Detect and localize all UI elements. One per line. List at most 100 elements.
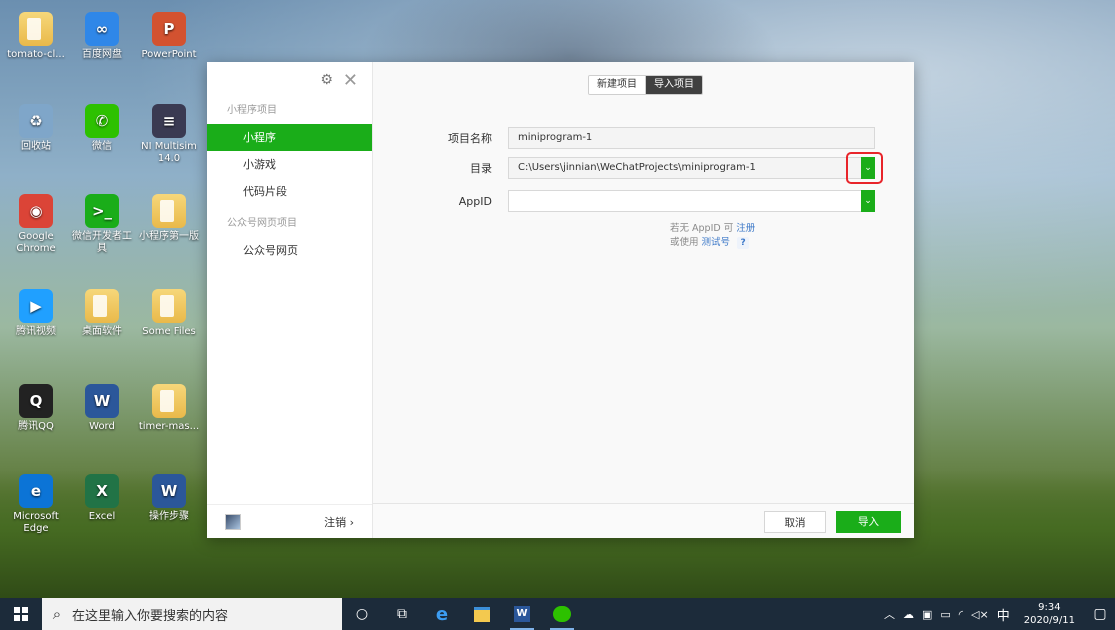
cancel-button[interactable]: 取消	[764, 511, 826, 533]
wechat-devtools-taskbar-icon[interactable]	[542, 598, 582, 630]
avatar[interactable]	[225, 513, 241, 530]
app-icon: e	[19, 474, 53, 508]
appid-hint-line2: 或使用 测试号 ?	[670, 234, 750, 249]
desktop-icon-label: Word	[89, 421, 115, 432]
folder-icon	[19, 12, 53, 46]
new-project-dialog: ⚙ ✕ 小程序项目 小程序 小游戏 代码片段 公众号网页项目 公众号网页 注销 …	[207, 62, 914, 538]
taskbar-search[interactable]: ⌕ 在这里输入你要搜索的内容	[42, 598, 342, 630]
desktop-icon[interactable]: P PowerPoint	[137, 8, 201, 61]
desktop-icon[interactable]: X Excel	[70, 470, 134, 523]
file-explorer-icon[interactable]	[462, 598, 502, 630]
desktop-icon[interactable]: 小程序第一版	[137, 190, 201, 243]
directory-label: 目录	[470, 162, 492, 175]
register-link[interactable]: 注册	[736, 223, 755, 234]
desktop-icon[interactable]: ♻ 回收站	[4, 100, 68, 153]
appid-dropdown-button[interactable]: ⌄	[861, 190, 875, 212]
desktop-icon[interactable]: timer-mas...	[137, 380, 201, 433]
battery-icon[interactable]: ▭	[936, 608, 954, 621]
sidebar-item-minigame[interactable]: 小游戏	[207, 151, 372, 178]
desktop-icon-label: PowerPoint	[141, 49, 197, 60]
cloud-icon[interactable]: ☁	[899, 608, 918, 621]
word-taskbar-icon[interactable]: W	[502, 598, 542, 630]
desktop-icon[interactable]: ✆ 微信	[70, 100, 134, 153]
desktop-icon[interactable]: tomato-cl...	[4, 8, 68, 61]
desktop-icon-label: Google Chrome	[16, 231, 56, 254]
app-icon: ◉	[19, 194, 53, 228]
import-button[interactable]: 导入	[836, 511, 901, 533]
app-icon: X	[85, 474, 119, 508]
desktop-icon-label: 微信开发者工具	[72, 231, 132, 254]
desktop-icon-label: tomato-cl...	[7, 49, 65, 60]
app-icon: ♻	[19, 104, 53, 138]
app-icon: ≡	[152, 104, 186, 138]
appid-label: AppID	[458, 194, 492, 208]
dialog-footer: 取消 导入	[373, 503, 914, 538]
desktop-icon[interactable]: ≡ NI Multisim 14.0	[137, 100, 201, 165]
sidebar-group-webpage: 公众号网页项目	[227, 218, 297, 229]
tab-import-project[interactable]: 导入项目	[646, 76, 702, 94]
desktop-icon-label: Microsoft Edge	[13, 511, 59, 534]
folder-icon	[152, 194, 186, 228]
start-button[interactable]	[0, 598, 42, 630]
sidebar-footer: 注销 ›	[207, 504, 372, 538]
wifi-icon[interactable]: ◜	[955, 608, 967, 621]
desktop-icon[interactable]: ∞ 百度网盘	[70, 8, 134, 61]
appid-input[interactable]: ⌄	[508, 190, 875, 212]
desktop-icon[interactable]: ◉ Google Chrome	[4, 190, 68, 255]
app-icon: >_	[85, 194, 119, 228]
taskbar: ⌕ 在这里输入你要搜索的内容 ○ ⧉ e W ︿ ☁ ▣ ▭ ◜ ◁× 中 9:…	[0, 598, 1115, 630]
sidebar-item-code-snippet[interactable]: 代码片段	[207, 178, 372, 205]
chevron-up-icon[interactable]: ︿	[880, 606, 899, 622]
gear-icon[interactable]: ⚙	[320, 72, 333, 88]
desktop-icon[interactable]: 桌面软件	[70, 285, 134, 338]
task-view-icon[interactable]: ⧉	[382, 598, 422, 630]
desktop-icon-label: 腾讯QQ	[18, 421, 54, 432]
directory-row: 目录 C:\Users\jinnian\WeChatProjects\minip…	[373, 152, 883, 184]
close-icon[interactable]: ✕	[343, 70, 358, 91]
edge-icon[interactable]: e	[422, 598, 462, 630]
notification-icon[interactable]: ▢	[1085, 606, 1115, 622]
desktop-icon[interactable]: e Microsoft Edge	[4, 470, 68, 535]
app-icon: Q	[19, 384, 53, 418]
directory-input[interactable]: C:\Users\jinnian\WeChatProjects\miniprog…	[508, 152, 883, 184]
project-name-row: 项目名称 miniprogram-1	[373, 127, 875, 149]
desktop-icon-label: NI Multisim 14.0	[141, 141, 197, 164]
desktop-icon[interactable]: W Word	[70, 380, 134, 433]
sidebar-item-miniprogram[interactable]: 小程序	[207, 124, 372, 151]
test-account-link[interactable]: 测试号	[702, 237, 731, 248]
search-placeholder: 在这里输入你要搜索的内容	[72, 608, 229, 624]
tab-new-project[interactable]: 新建项目	[589, 76, 646, 94]
windows-icon	[14, 607, 28, 621]
sidebar-group-miniprogram: 小程序项目	[227, 105, 277, 116]
app-icon: ∞	[85, 12, 119, 46]
volume-icon[interactable]: ◁×	[967, 608, 993, 621]
hint-text: 若无 AppID 可	[670, 223, 734, 234]
appid-hint-line1: 若无 AppID 可 注册	[670, 220, 755, 234]
desktop-icon[interactable]: Q 腾讯QQ	[4, 380, 68, 433]
help-icon[interactable]: ?	[737, 237, 750, 249]
dialog-sidebar: ⚙ ✕ 小程序项目 小程序 小游戏 代码片段 公众号网页项目 公众号网页 注销 …	[207, 62, 373, 538]
project-mode-tabs: 新建项目 导入项目	[588, 75, 703, 95]
app-icon: ✆	[85, 104, 119, 138]
dialog-main: 新建项目 导入项目 项目名称 miniprogram-1 目录 C:\Users…	[373, 62, 914, 538]
cortana-icon[interactable]: ○	[342, 598, 382, 630]
project-name-input[interactable]: miniprogram-1	[508, 127, 875, 149]
desktop-icon-label: Excel	[88, 511, 116, 522]
project-name-label: 项目名称	[448, 132, 492, 145]
desktop-icon[interactable]: Some Files	[137, 285, 201, 338]
app-tray-icon[interactable]: ▣	[918, 608, 936, 621]
desktop-icon-label: 微信	[92, 141, 112, 152]
desktop-icon[interactable]: >_ 微信开发者工具	[70, 190, 134, 255]
desktop-icon-label: 小程序第一版	[139, 231, 199, 242]
clock[interactable]: 9:34 2020/9/11	[1014, 601, 1085, 627]
clock-date: 2020/9/11	[1023, 615, 1075, 626]
app-icon: P	[152, 12, 186, 46]
folder-icon	[152, 289, 186, 323]
sidebar-item-webpage[interactable]: 公众号网页	[207, 237, 372, 264]
desktop-icon[interactable]: W 操作步骤	[137, 470, 201, 523]
logout-button[interactable]: 注销 ›	[324, 514, 354, 530]
desktop-icon-label: 操作步骤	[149, 511, 189, 522]
desktop-icon[interactable]: ▶ 腾讯视频	[4, 285, 68, 338]
ime-indicator[interactable]: 中	[993, 605, 1014, 624]
chevron-down-icon: ⌄	[864, 196, 872, 206]
